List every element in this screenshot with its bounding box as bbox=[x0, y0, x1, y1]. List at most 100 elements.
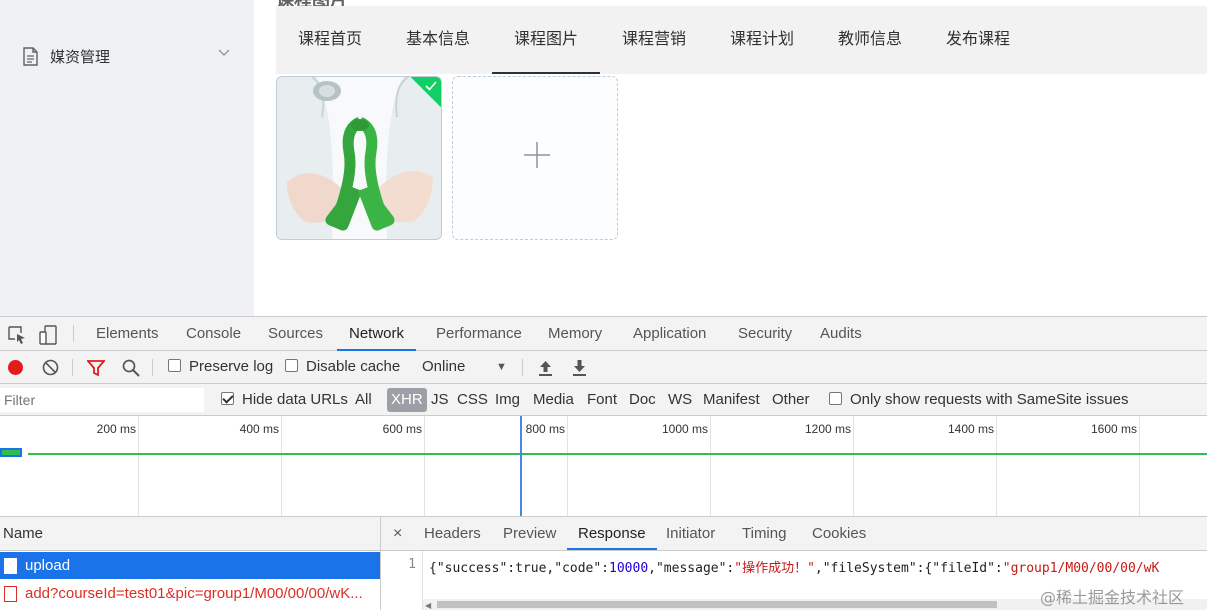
network-timeline-overview[interactable]: 200 ms 400 ms 600 ms 800 ms 1000 ms 1200… bbox=[0, 416, 1207, 517]
divider bbox=[522, 359, 523, 376]
code-number: 10000 bbox=[609, 561, 649, 576]
export-har-icon[interactable] bbox=[572, 359, 587, 376]
filter-type-ws[interactable]: WS bbox=[668, 384, 692, 415]
filter-input[interactable] bbox=[0, 388, 204, 412]
samesite-issues-label: Only show requests with SameSite issues bbox=[850, 391, 1129, 408]
watermark: @稀土掘金技术社区 bbox=[1040, 588, 1185, 607]
preserve-log-checkbox[interactable]: Preserve log bbox=[168, 351, 273, 383]
tab-publish-course[interactable]: 发布课程 bbox=[924, 6, 1032, 74]
import-har-icon[interactable] bbox=[538, 359, 553, 376]
tab-course-plan[interactable]: 课程计划 bbox=[708, 6, 816, 74]
record-icon[interactable] bbox=[7, 359, 24, 376]
divider bbox=[152, 359, 153, 376]
filter-type-font[interactable]: Font bbox=[587, 384, 617, 415]
filter-type-xhr[interactable]: XHR bbox=[387, 388, 427, 412]
tab-response[interactable]: Response bbox=[567, 517, 657, 550]
tab-preview[interactable]: Preview bbox=[503, 517, 556, 550]
tab-console[interactable]: Console bbox=[186, 317, 241, 351]
hide-data-urls-checkbox[interactable]: Hide data URLs bbox=[221, 384, 348, 415]
throttling-select[interactable]: Online ▼ bbox=[422, 351, 507, 383]
tab-audits[interactable]: Audits bbox=[820, 317, 862, 351]
tab-memory[interactable]: Memory bbox=[548, 317, 602, 351]
filter-type-all[interactable]: All bbox=[355, 384, 372, 415]
hide-data-urls-label: Hide data URLs bbox=[242, 391, 348, 408]
device-toolbar-icon[interactable] bbox=[38, 325, 58, 345]
code-string: "操作成功！" bbox=[734, 561, 815, 576]
tab-sources[interactable]: Sources bbox=[268, 317, 323, 351]
dropdown-arrow-icon: ▼ bbox=[496, 361, 507, 373]
preserve-log-label: Preserve log bbox=[189, 358, 274, 375]
tick-label: 1600 ms bbox=[1090, 422, 1137, 436]
close-detail-button[interactable]: × bbox=[393, 517, 402, 550]
code-text: ,"fileSystem":{"fileId": bbox=[814, 561, 1003, 576]
filter-type-media[interactable]: Media bbox=[533, 384, 574, 415]
clear-icon[interactable] bbox=[42, 359, 59, 376]
tick-label: 600 ms bbox=[382, 422, 422, 436]
checkbox[interactable] bbox=[285, 359, 298, 372]
file-icon bbox=[4, 558, 17, 574]
filter-type-css[interactable]: CSS bbox=[457, 384, 488, 415]
grid-line bbox=[138, 416, 139, 516]
inspect-element-icon[interactable] bbox=[7, 325, 27, 345]
tab-elements[interactable]: Elements bbox=[96, 317, 159, 351]
tick-label: 1200 ms bbox=[804, 422, 851, 436]
code-text: {"success":true,"code": bbox=[429, 561, 610, 576]
tab-performance[interactable]: Performance bbox=[436, 317, 522, 351]
scrollbar-thumb[interactable] bbox=[437, 601, 997, 608]
samesite-issues-checkbox[interactable]: Only show requests with SameSite issues bbox=[829, 384, 1128, 415]
tick-label: 400 ms bbox=[239, 422, 279, 436]
grid-line bbox=[1139, 416, 1140, 516]
tick-label: 800 ms bbox=[525, 422, 565, 436]
filter-icon[interactable] bbox=[87, 360, 105, 376]
search-icon[interactable] bbox=[122, 359, 140, 377]
tab-headers[interactable]: Headers bbox=[424, 517, 481, 550]
request-row-upload[interactable]: upload bbox=[0, 552, 380, 579]
code-string: "group1/M00/00/00/wK bbox=[1002, 561, 1160, 576]
tab-network[interactable]: Network bbox=[337, 317, 417, 351]
line-gutter: 1 bbox=[381, 551, 423, 610]
tab-security[interactable]: Security bbox=[738, 317, 792, 351]
tab-cookies[interactable]: Cookies bbox=[812, 517, 866, 550]
chevron-down-icon bbox=[218, 49, 230, 56]
disable-cache-label: Disable cache bbox=[306, 358, 401, 375]
disable-cache-checkbox[interactable]: Disable cache bbox=[285, 351, 400, 383]
filter-type-js[interactable]: JS bbox=[431, 384, 449, 415]
tab-course-home[interactable]: 课程首页 bbox=[276, 6, 384, 74]
network-requests-area: Name upload add?courseId=test01&pic=grou… bbox=[0, 517, 1207, 610]
line-number: 1 bbox=[408, 557, 416, 572]
request-row-add[interactable]: add?courseId=test01&pic=group1/M00/00/00… bbox=[0, 580, 380, 607]
scroll-left-icon[interactable]: ◀ bbox=[425, 601, 431, 610]
filter-type-img[interactable]: Img bbox=[495, 384, 520, 415]
filter-type-other[interactable]: Other bbox=[772, 384, 810, 415]
upload-add-card[interactable] bbox=[452, 76, 618, 240]
network-toolbar: Preserve log Disable cache Online ▼ bbox=[0, 351, 1207, 384]
tab-course-images[interactable]: 课程图片 bbox=[492, 6, 600, 74]
filter-type-manifest[interactable]: Manifest bbox=[703, 384, 760, 415]
tab-timing[interactable]: Timing bbox=[742, 517, 786, 550]
filter-type-doc[interactable]: Doc bbox=[629, 384, 656, 415]
network-filter-bar: Hide data URLs All XHR JS CSS Img Media … bbox=[0, 384, 1207, 416]
checkbox[interactable] bbox=[221, 392, 234, 405]
tick-label: 1000 ms bbox=[661, 422, 708, 436]
tab-course-marketing[interactable]: 课程营销 bbox=[600, 6, 708, 74]
course-tab-bar: 课程首页 基本信息 课程图片 课程营销 课程计划 教师信息 发布课程 bbox=[276, 6, 1207, 74]
tab-application[interactable]: Application bbox=[633, 317, 706, 351]
response-body[interactable]: {"success":true,"code":10000,"message":"… bbox=[429, 557, 1207, 576]
grid-line bbox=[567, 416, 568, 516]
grid-line bbox=[424, 416, 425, 516]
document-icon bbox=[23, 47, 38, 66]
sidebar: 媒资管理 bbox=[0, 0, 254, 316]
name-column-header[interactable]: Name bbox=[0, 517, 380, 551]
sidebar-item-media-management[interactable]: 媒资管理 bbox=[0, 36, 254, 76]
grid-line bbox=[281, 416, 282, 516]
checkbox[interactable] bbox=[829, 392, 842, 405]
code-text: ,"message": bbox=[648, 561, 735, 576]
tab-initiator[interactable]: Initiator bbox=[666, 517, 715, 550]
devtools-panel-tabs: Elements Console Sources Network Perform… bbox=[0, 316, 1207, 351]
tab-basic-info[interactable]: 基本信息 bbox=[384, 6, 492, 74]
app-area: 媒资管理 课程图片 课程首页 基本信息 课程图片 课程营销 课程计划 教师信息 … bbox=[0, 0, 1207, 316]
divider bbox=[73, 325, 74, 342]
uploaded-image-thumbnail[interactable] bbox=[276, 76, 442, 240]
tab-teacher-info[interactable]: 教师信息 bbox=[816, 6, 924, 74]
checkbox[interactable] bbox=[168, 359, 181, 372]
